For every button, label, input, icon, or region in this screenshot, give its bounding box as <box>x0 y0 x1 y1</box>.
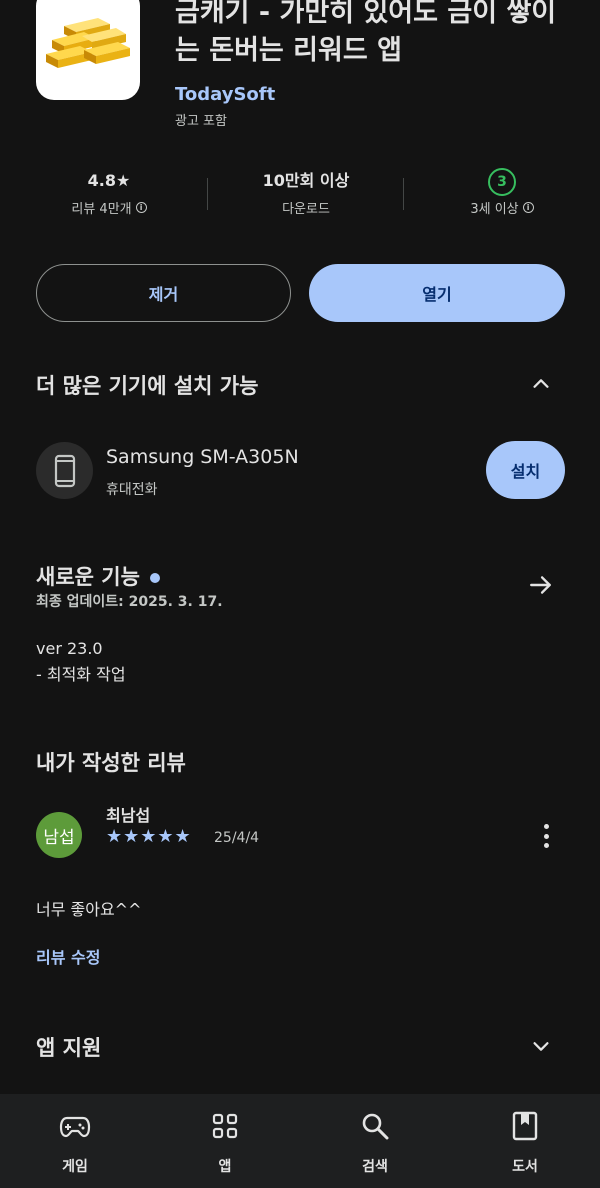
developer-link[interactable]: TodaySoft <box>175 84 275 105</box>
phone-icon-container <box>36 442 93 499</box>
book-icon <box>512 1111 538 1141</box>
nav-item-apps[interactable]: 앱 <box>175 1108 275 1176</box>
open-button[interactable]: 열기 <box>309 264 565 322</box>
apps-grid-icon <box>212 1113 238 1139</box>
stat-divider <box>207 178 208 210</box>
uninstall-button[interactable]: 제거 <box>36 264 291 322</box>
avatar: 남섭 <box>36 812 82 858</box>
rating-stat[interactable]: 4.8★ 리뷰 4만개 i <box>50 168 168 217</box>
release-notes: ver 23.0 - 최적화 작업 <box>36 636 126 688</box>
search-icon <box>362 1113 389 1140</box>
release-note-line: ver 23.0 <box>36 639 103 658</box>
age-label: 3세 이상 <box>470 202 519 217</box>
downloads-stat: 10만회 이상 다운로드 <box>236 168 376 217</box>
nav-item-search[interactable]: 검색 <box>325 1108 425 1176</box>
arrow-right-icon[interactable] <box>528 572 554 598</box>
more-devices-title: 더 많은 기기에 설치 가능 <box>36 374 259 398</box>
chevron-up-icon[interactable] <box>530 373 552 395</box>
info-icon: i <box>135 202 147 213</box>
gold-bars-icon <box>46 18 130 68</box>
my-review-title: 내가 작성한 리뷰 <box>36 751 186 775</box>
gamepad-icon <box>59 1116 91 1138</box>
nav-label-search: 검색 <box>362 1159 388 1175</box>
rating-value: 4.8★ <box>87 171 131 190</box>
stat-divider <box>403 178 404 210</box>
chevron-down-icon[interactable] <box>530 1035 552 1057</box>
nav-label-books: 도서 <box>512 1159 538 1175</box>
edit-review-link[interactable]: 리뷰 수정 <box>36 944 100 968</box>
release-note-line: - 최적화 작업 <box>36 665 126 684</box>
install-button[interactable]: 설치 <box>486 441 565 499</box>
reviewer-name: 최남섭 <box>106 806 151 825</box>
whats-new-label: 새로운 기능 <box>36 565 140 589</box>
age-rating-stat[interactable]: 3 3세 이상 i <box>440 168 564 217</box>
last-updated: 최종 업데이트: 2025. 3. 17. <box>36 594 223 610</box>
downloads-value: 10만회 이상 <box>262 171 350 190</box>
nav-item-games[interactable]: 게임 <box>25 1108 125 1176</box>
nav-item-books[interactable]: 도서 <box>475 1108 575 1176</box>
device-type: 휴대전화 <box>106 482 158 498</box>
app-support-title[interactable]: 앱 지원 <box>36 1032 101 1062</box>
new-dot-icon <box>149 573 160 583</box>
more-options-icon[interactable] <box>536 822 556 850</box>
star-rating: ★★★★★ <box>106 826 192 847</box>
age-badge-icon: 3 <box>488 168 516 196</box>
ads-label: 광고 포함 <box>175 114 227 129</box>
device-name: Samsung SM-A305N <box>106 446 299 468</box>
nav-label-apps: 앱 <box>218 1159 232 1175</box>
info-icon: i <box>522 202 534 213</box>
phone-icon <box>54 454 75 487</box>
whats-new-title[interactable]: 새로운 기능 <box>36 561 160 591</box>
review-count: 리뷰 4만개 <box>71 202 132 217</box>
downloads-label: 다운로드 <box>282 202 330 217</box>
review-text: 너무 좋아요^^ <box>36 900 142 919</box>
nav-label-games: 게임 <box>62 1159 88 1175</box>
app-icon <box>36 0 140 100</box>
app-title: 금캐기 - 가만히 있어도 금이 쌓이는 돈버는 리워드 앱 <box>175 0 557 66</box>
review-date: 25/4/4 <box>214 830 260 846</box>
